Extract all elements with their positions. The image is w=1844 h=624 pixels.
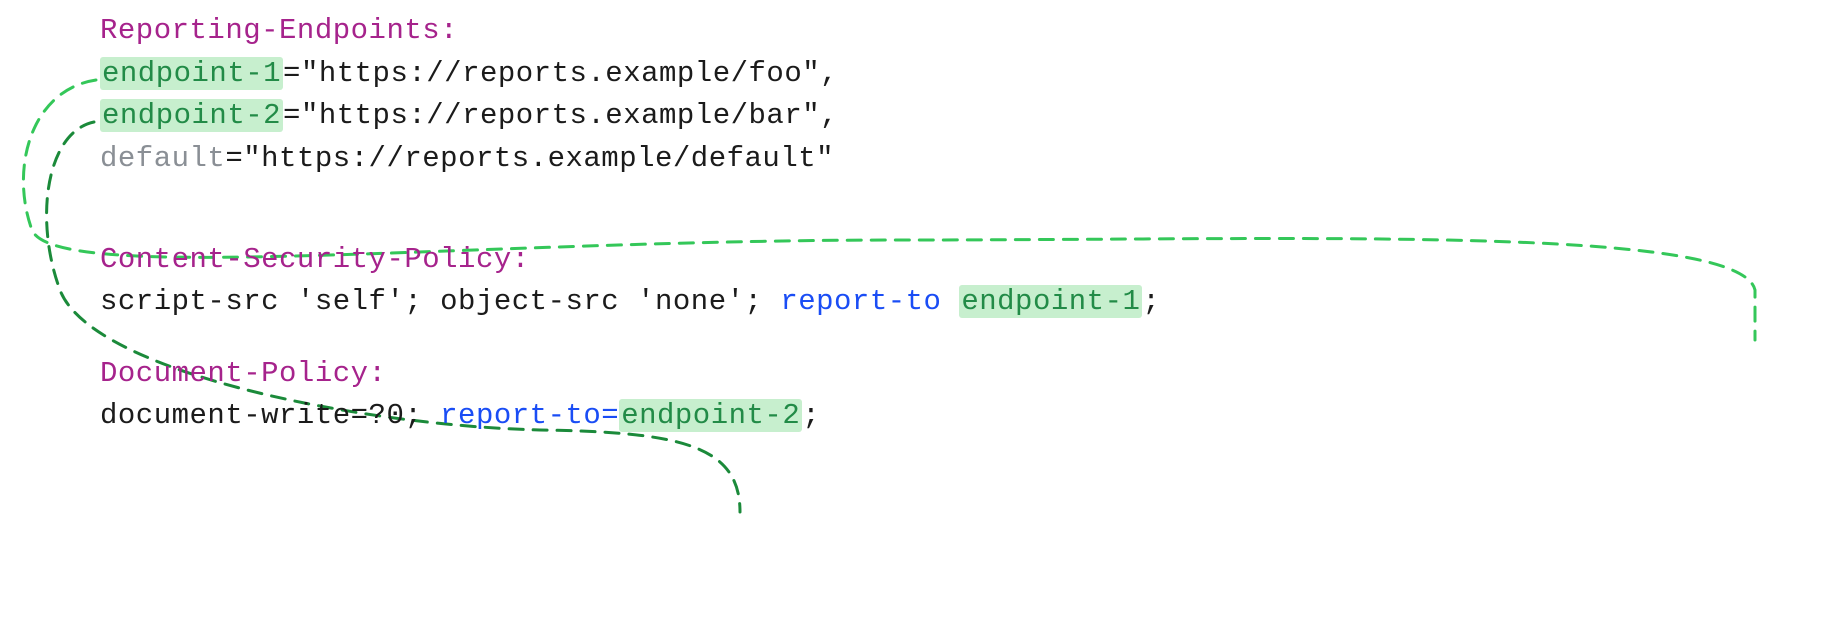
document-policy-block: Document-Policy: document-write=?0; repo… — [100, 353, 1834, 438]
endpoint-2-label: endpoint-2 — [100, 99, 283, 132]
docpolicy-body: document-write=?0; report-to=endpoint-2; — [100, 395, 1834, 438]
endpoint-1-label: endpoint-1 — [100, 57, 283, 90]
csp-body: script-src 'self'; object-src 'none'; re… — [100, 281, 1834, 324]
reporting-line-1: endpoint-1="https://reports.example/foo"… — [100, 53, 1834, 96]
docpolicy-endpoint-target: endpoint-2 — [619, 399, 802, 432]
csp-endpoint-target: endpoint-1 — [959, 285, 1142, 318]
docpolicy-report-to: report-to= — [440, 399, 619, 432]
reporting-endpoints-block: Reporting-Endpoints: endpoint-1="https:/… — [100, 10, 1834, 181]
default-label: default — [100, 142, 225, 175]
header-reporting-endpoints: Reporting-Endpoints: — [100, 14, 458, 47]
header-document-policy: Document-Policy: — [100, 357, 386, 390]
header-csp: Content-Security-Policy: — [100, 243, 530, 276]
csp-block: Content-Security-Policy: script-src 'sel… — [100, 239, 1834, 324]
csp-report-to: report-to — [780, 285, 959, 318]
code-diagram: Reporting-Endpoints: endpoint-1="https:/… — [100, 10, 1834, 438]
reporting-line-3: default="https://reports.example/default… — [100, 138, 1834, 181]
reporting-line-2: endpoint-2="https://reports.example/bar"… — [100, 95, 1834, 138]
